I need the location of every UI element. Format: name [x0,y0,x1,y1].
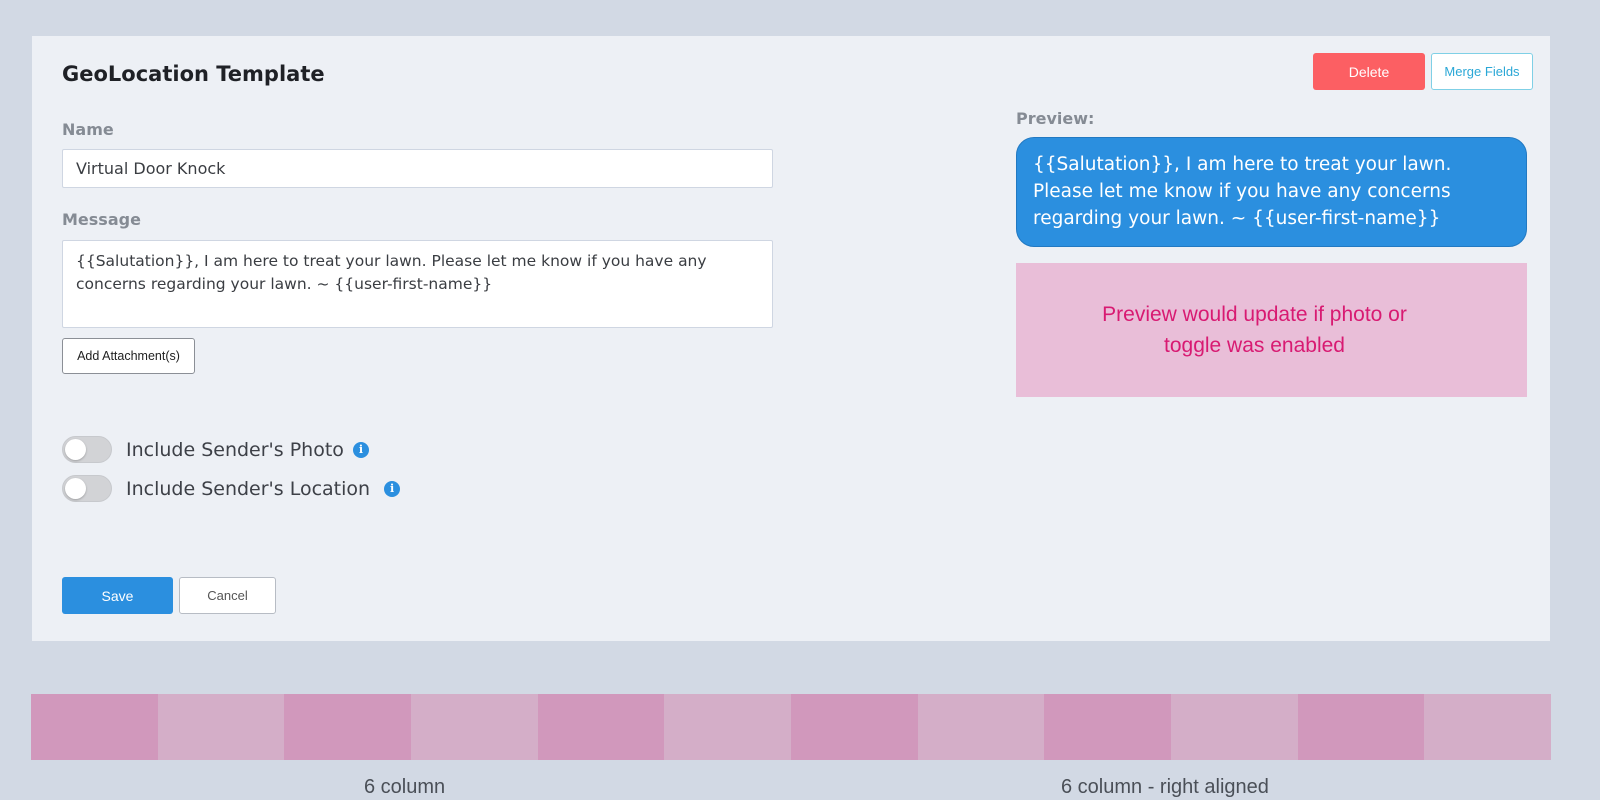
name-field[interactable]: Virtual Door Knock [62,149,773,188]
template-editor-card: GeoLocation Template Delete Merge Fields… [32,36,1550,641]
include-location-label: Include Sender's Location [126,477,371,500]
grid-column [1424,694,1552,760]
grid-column [411,694,538,760]
cancel-button[interactable]: Cancel [179,577,276,614]
grid-column [1171,694,1298,760]
grid-column [157,694,285,760]
info-icon[interactable]: i [352,441,369,458]
grid-caption-right: 6 column - right aligned [1061,776,1269,798]
grid-column [1297,694,1425,760]
top-actions: Delete Merge Fields [1313,53,1533,90]
preview-note-text: Preview would update if photo or toggle … [1102,303,1407,357]
message-label: Message [62,210,141,229]
preview-label: Preview: [1016,109,1095,128]
name-label: Name [62,120,114,139]
grid-column [917,694,1045,760]
info-icon[interactable]: i [384,480,401,497]
preview-message-bubble: {{Salutation}}, I am here to treat your … [1016,137,1527,247]
column-grid-overlay [31,694,1552,760]
delete-button[interactable]: Delete [1313,53,1425,90]
message-textarea[interactable]: {{Salutation}}, I am here to treat your … [62,240,773,328]
save-button[interactable]: Save [62,577,173,614]
grid-column [284,694,412,760]
grid-column [791,694,918,760]
include-photo-label: Include Sender's Photo [126,438,344,461]
toggle-knob [65,478,86,499]
include-photo-toggle[interactable] [62,436,112,463]
toggle-knob [65,439,86,460]
grid-column [664,694,792,760]
preview-note: Preview would update if photo or toggle … [1016,263,1527,397]
grid-caption-left: 6 column [364,776,446,798]
grid-column [1044,694,1172,760]
location-toggle-row: Include Sender's Location i [62,475,401,502]
photo-toggle-row: Include Sender's Photo i [62,436,369,463]
grid-column [537,694,665,760]
page-title: GeoLocation Template [62,62,325,86]
add-attachment-button[interactable]: Add Attachment(s) [62,338,195,374]
include-location-toggle[interactable] [62,475,112,502]
grid-column [31,694,158,760]
merge-fields-button[interactable]: Merge Fields [1431,53,1533,90]
